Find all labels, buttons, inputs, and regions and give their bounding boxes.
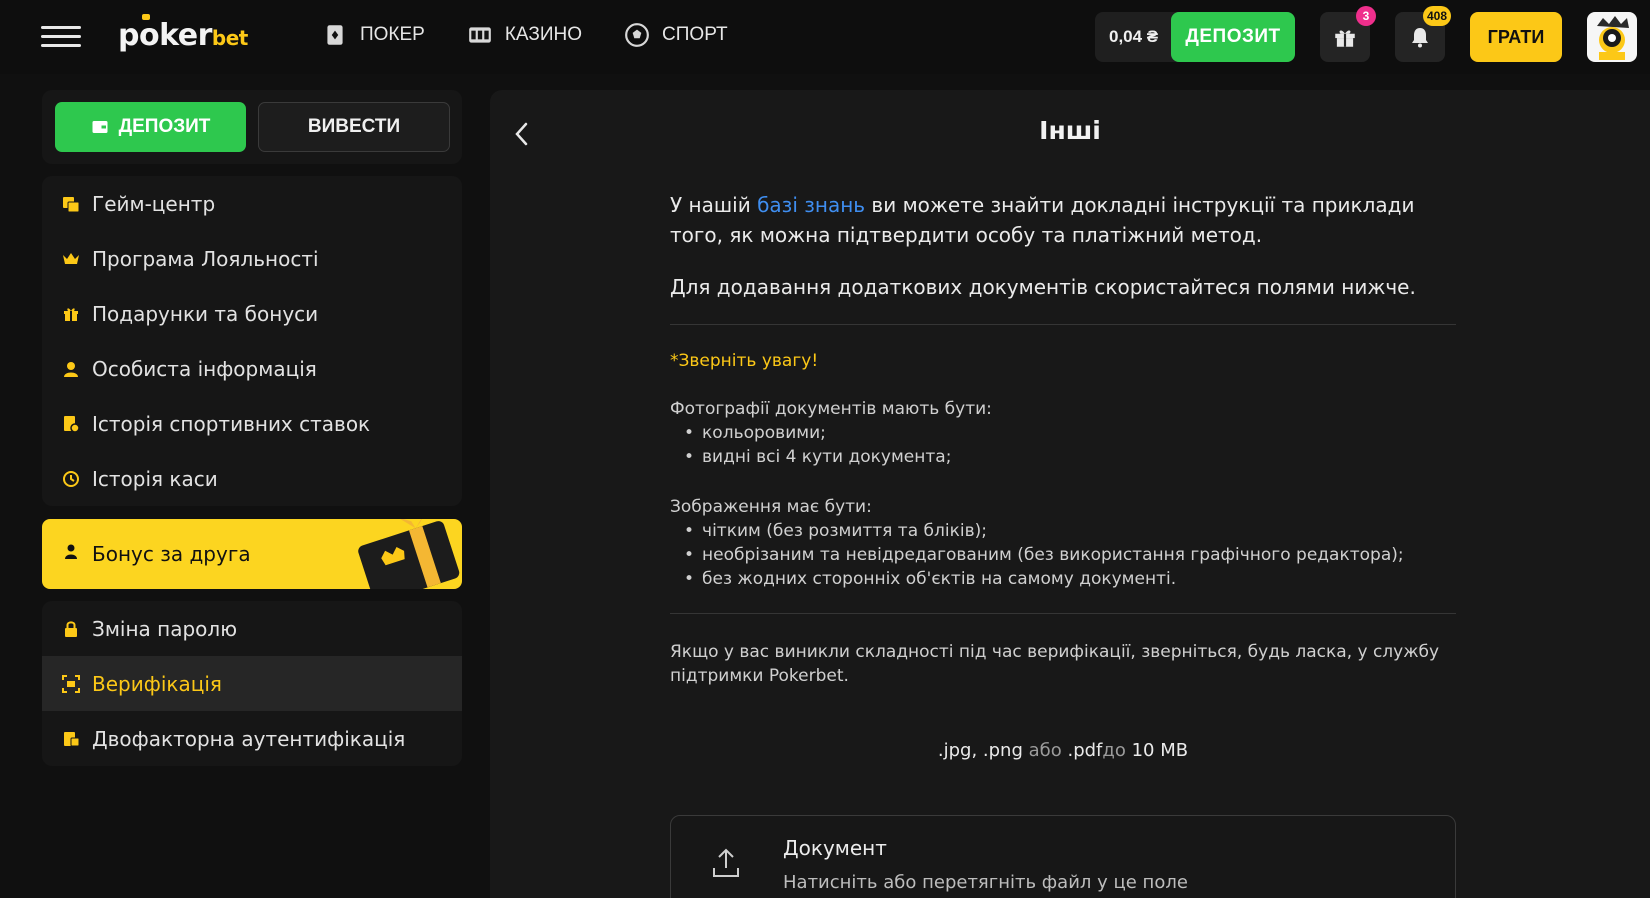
divider bbox=[670, 324, 1456, 325]
logo-text-bet: bet bbox=[211, 26, 248, 50]
nav-sport-label: СПОРТ bbox=[662, 24, 728, 45]
gift-box-graphic bbox=[358, 519, 460, 589]
sidebar-item-label: Програма Лояльності bbox=[92, 246, 319, 271]
gift-icon bbox=[1335, 30, 1355, 47]
sidebar-item-personal-info[interactable]: Особиста інформація bbox=[42, 341, 462, 396]
sidebar-item-cash-history[interactable]: Історія каси bbox=[42, 451, 462, 506]
list-item: необрізаним та невідредагованим (без вик… bbox=[684, 543, 1456, 567]
sidebar-item-gifts[interactable]: Подарунки та бонуси bbox=[42, 286, 462, 341]
user-icon bbox=[62, 360, 80, 378]
game-center-icon bbox=[62, 195, 80, 213]
nav-casino[interactable]: КАЗИНО bbox=[467, 22, 582, 48]
sidebar-item-label: Верифікація bbox=[92, 671, 222, 696]
sidebar-item-two-factor[interactable]: Двофакторна аутентифікація bbox=[42, 711, 462, 766]
bet-history-icon bbox=[62, 415, 80, 433]
sidebar-item-label: Зміна паролю bbox=[92, 616, 238, 641]
sidebar-item-loyalty[interactable]: Програма Лояльності bbox=[42, 231, 462, 286]
user-avatar[interactable] bbox=[1587, 12, 1637, 62]
upload-hint: Натисніть або перетягніть файл у це поле bbox=[783, 872, 1188, 893]
nav-casino-label: КАЗИНО bbox=[504, 24, 583, 45]
photo-requirements: Фотографії документів мають бути: кольор… bbox=[670, 397, 1456, 469]
sidebar-item-label: Двофакторна аутентифікація bbox=[92, 726, 406, 751]
nav-poker[interactable]: ПОКЕР bbox=[322, 22, 425, 48]
upload-title: Документ bbox=[783, 836, 887, 860]
sidebar-item-label: Історія спортивних ставок bbox=[92, 411, 371, 436]
document-upload-dropzone[interactable]: Документ Натисніть або перетягніть файл … bbox=[670, 815, 1456, 898]
soccer-ball-icon bbox=[625, 23, 649, 47]
menu-hamburger-icon[interactable] bbox=[41, 26, 81, 48]
additional-docs-text: Для додавання додаткових документів скор… bbox=[670, 275, 1416, 299]
list-item: без жодних сторонніх об'єктів на самому … bbox=[684, 567, 1456, 591]
list-item: видні всі 4 кути документа; bbox=[684, 445, 1456, 469]
logo-text-p: p bbox=[118, 18, 139, 53]
photo-requirements-heading: Фотографії документів мають бути: bbox=[670, 399, 992, 419]
gifts-button[interactable]: 3 bbox=[1320, 6, 1376, 62]
refer-friend-banner[interactable]: Бонус за друга bbox=[42, 519, 462, 589]
sidebar-item-label: Історія каси bbox=[92, 466, 218, 491]
image-requirements-heading: Зображення має бути: bbox=[670, 497, 872, 517]
sidebar-deposit-label: ДЕПОЗИТ bbox=[118, 116, 211, 137]
logo-text-ker: ker bbox=[159, 18, 212, 53]
notifications-button[interactable]: 408 bbox=[1395, 6, 1451, 62]
intro-paragraph: У нашій базі знань ви можете знайти докл… bbox=[670, 193, 1415, 247]
two-factor-icon bbox=[62, 730, 80, 748]
attention-note: *Зверніть увагу! bbox=[670, 351, 819, 371]
divider bbox=[670, 613, 1456, 614]
refer-friend-label: Бонус за друга bbox=[92, 542, 251, 566]
verification-icon bbox=[62, 674, 80, 693]
top-header: po kerbet ПОКЕР КАЗИНО СПОРТ 0,04 ₴ ДЕПОЗ… bbox=[0, 0, 1650, 74]
pokerbet-logo[interactable]: po kerbet bbox=[118, 14, 248, 53]
history-icon bbox=[62, 470, 80, 488]
page-title: Інші bbox=[1039, 116, 1101, 145]
sidebar-item-bet-history[interactable]: Історія спортивних ставок bbox=[42, 396, 462, 451]
list-item: кольоровими; bbox=[684, 421, 1456, 445]
crown-icon bbox=[62, 250, 80, 268]
support-text: Якщо у вас виникли складності під час ве… bbox=[670, 642, 1440, 686]
lock-icon bbox=[62, 620, 80, 638]
sidebar-item-verification[interactable]: Верифікація bbox=[42, 656, 462, 711]
file-format-hint: .jpg, .png або .pdfдо 10 MB bbox=[937, 740, 1189, 761]
avatar-face-icon bbox=[1597, 16, 1629, 60]
sidebar-menu-main: Гейм-центр Програма Лояльності Подарунки… bbox=[42, 176, 462, 506]
logo-text-o: o bbox=[139, 14, 160, 53]
play-button[interactable]: ГРАТИ bbox=[1470, 12, 1562, 62]
nav-poker-label: ПОКЕР bbox=[360, 24, 425, 45]
wallet-icon bbox=[92, 121, 108, 133]
upload-icon bbox=[713, 848, 739, 877]
main-nav: ПОКЕР КАЗИНО СПОРТ bbox=[322, 22, 728, 48]
knowledge-base-link[interactable]: базі знань bbox=[757, 193, 865, 217]
sidebar-menu-security: Зміна паролю Верифікація Двофакторна аут… bbox=[42, 601, 462, 766]
gifts-badge: 3 bbox=[1356, 6, 1376, 26]
sidebar-item-label: Особиста інформація bbox=[92, 356, 317, 381]
sidebar-item-change-password[interactable]: Зміна паролю bbox=[42, 601, 462, 656]
header-deposit-button[interactable]: ДЕПОЗИТ bbox=[1171, 12, 1295, 62]
sidebar-withdraw-button[interactable]: ВИВЕСТИ bbox=[258, 102, 450, 152]
friend-bonus-icon bbox=[62, 543, 80, 565]
bell-icon bbox=[1412, 28, 1428, 48]
gift-icon bbox=[62, 305, 80, 323]
balance-value: 0,04 ₴ bbox=[1109, 27, 1159, 46]
sidebar-item-label: Гейм-центр bbox=[92, 191, 216, 216]
list-item: чітким (без розмиття та бліків); bbox=[684, 519, 1456, 543]
slot-machine-icon bbox=[469, 27, 491, 43]
sidebar-item-label: Подарунки та бонуси bbox=[92, 301, 319, 326]
notifications-badge: 408 bbox=[1422, 6, 1451, 26]
sidebar-item-game-center[interactable]: Гейм-центр bbox=[42, 176, 462, 231]
sidebar-deposit-button[interactable]: ДЕПОЗИТ bbox=[55, 102, 246, 152]
image-requirements: Зображення має бути: чітким (без розмитт… bbox=[670, 495, 1456, 591]
nav-sport[interactable]: СПОРТ bbox=[624, 22, 728, 48]
back-chevron-icon[interactable] bbox=[510, 120, 534, 148]
poker-card-icon bbox=[327, 25, 343, 45]
verification-info: У нашій базі знань ви можете знайти докл… bbox=[670, 190, 1456, 688]
